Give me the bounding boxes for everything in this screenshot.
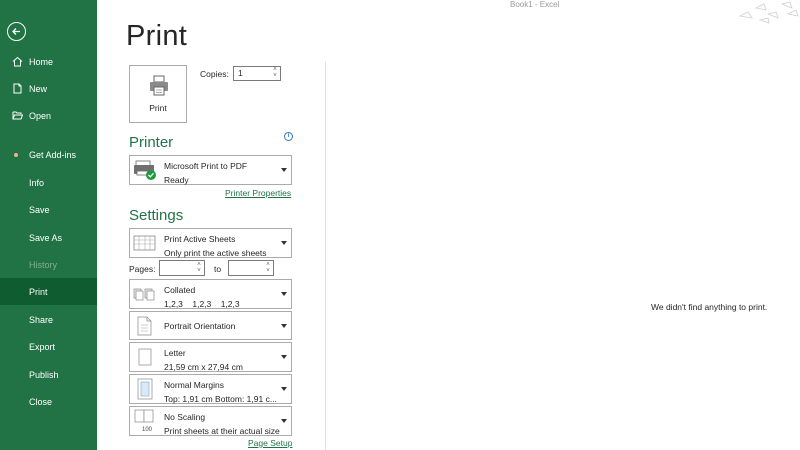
spin-down-icon[interactable]: ˅ <box>271 73 279 79</box>
home-icon <box>11 56 23 68</box>
sidebar-item-open[interactable]: Open <box>0 102 97 129</box>
preview-empty-message: We didn't find anything to print. <box>651 302 768 312</box>
chevron-down-icon <box>281 419 287 423</box>
back-arrow-icon[interactable] <box>7 22 26 41</box>
spin-down-icon[interactable]: ˅ <box>264 268 272 274</box>
addin-dot-icon <box>14 152 18 157</box>
spin-down-icon[interactable]: ˅ <box>195 268 203 274</box>
margins-icon <box>137 378 153 400</box>
portrait-page-icon <box>137 316 152 335</box>
scaling-title: No Scaling <box>164 412 206 422</box>
printer-properties-link[interactable]: Printer Properties <box>225 188 291 198</box>
decorative-pattern-icon <box>738 1 799 24</box>
pages-to-spinner[interactable]: ˄ ˅ <box>264 262 272 275</box>
collation-title: Collated <box>164 285 196 295</box>
pages-from-input[interactable]: ˄ ˅ <box>159 260 205 276</box>
print-button[interactable]: Print <box>129 65 187 123</box>
paper-size-desc: 21,59 cm x 27,94 cm <box>164 362 243 372</box>
chevron-down-icon <box>281 292 287 296</box>
printer-ready-icon <box>134 160 156 180</box>
copies-value: 1 <box>238 68 243 78</box>
sidebar-item-history: History <box>29 259 58 270</box>
printer-dropdown[interactable]: Microsoft Print to PDF Ready <box>129 155 292 185</box>
copies-label: Copies: <box>200 69 229 79</box>
printer-section-title: Printer <box>129 134 174 151</box>
sidebar-item-publish[interactable]: Publish <box>0 361 97 388</box>
sheet-grid-icon <box>133 235 156 251</box>
chevron-down-icon <box>281 323 287 328</box>
sidebar-item-share[interactable]: Share <box>0 306 97 333</box>
new-document-icon <box>11 83 23 95</box>
chevron-down-icon <box>281 168 287 172</box>
scaling-desc: Print sheets at their actual size <box>164 426 280 436</box>
sidebar-item-home[interactable]: Home <box>0 48 97 75</box>
collation-dropdown[interactable]: Collated 1,2,3 1,2,3 1,2,3 <box>129 279 292 309</box>
sidebar-item-info[interactable]: Info <box>0 169 97 196</box>
pages-from-spinner[interactable]: ˄ ˅ <box>195 262 203 275</box>
sidebar-item-new[interactable]: New <box>0 75 97 102</box>
printer-icon <box>150 75 168 96</box>
print-button-label: Print <box>149 103 167 113</box>
sidebar-item-print[interactable]: Print <box>0 278 97 305</box>
collation-desc: 1,2,3 1,2,3 1,2,3 <box>164 299 240 309</box>
settings-section-title: Settings <box>129 207 184 224</box>
paper-size-dropdown[interactable]: Letter 21,59 cm x 27,94 cm <box>129 342 292 372</box>
page-setup-link[interactable]: Page Setup <box>248 438 292 448</box>
paper-size-icon <box>138 348 152 366</box>
svg-text:100: 100 <box>142 427 153 433</box>
margins-dropdown[interactable]: Normal Margins Top: 1,91 cm Bottom: 1,91… <box>129 374 292 404</box>
page-title: Print <box>126 20 188 52</box>
print-what-title: Print Active Sheets <box>164 234 236 244</box>
copies-spinner[interactable]: ˄ ˅ <box>271 67 279 80</box>
window-title: Book1 - Excel <box>510 0 560 9</box>
sidebar-item-save[interactable]: Save <box>0 196 97 223</box>
info-icon[interactable]: i <box>284 132 293 141</box>
folder-open-icon <box>11 110 23 122</box>
collated-pages-icon <box>133 288 155 301</box>
orientation-dropdown[interactable]: Portrait Orientation <box>129 311 292 340</box>
sidebar-item-close[interactable]: Close <box>0 388 97 415</box>
chevron-down-icon <box>281 387 287 391</box>
backstage-sidebar: Home New Open Get Add-ins Info Save Save… <box>0 0 97 450</box>
print-what-dropdown[interactable]: Print Active Sheets Only print the activ… <box>129 228 292 258</box>
chevron-down-icon <box>281 355 287 359</box>
pages-label: Pages: <box>129 264 156 274</box>
chevron-down-icon <box>281 241 287 245</box>
pane-divider <box>325 62 326 450</box>
sidebar-item-get-add-ins[interactable]: Get Add-ins <box>0 141 97 168</box>
pages-to-input[interactable]: ˄ ˅ <box>228 260 274 276</box>
paper-size-title: Letter <box>164 348 186 358</box>
margins-desc: Top: 1,91 cm Bottom: 1,91 c... <box>164 394 277 404</box>
scaling-dropdown[interactable]: 100 No Scaling Print sheets at their act… <box>129 406 292 436</box>
sidebar-item-save-as[interactable]: Save As <box>0 224 97 251</box>
copies-input[interactable]: 1 ˄ ˅ <box>233 66 281 81</box>
printer-name: Microsoft Print to PDF <box>164 161 248 171</box>
scaling-icon: 100 <box>134 409 154 433</box>
orientation-title: Portrait Orientation <box>164 320 236 331</box>
print-what-desc: Only print the active sheets <box>164 248 267 258</box>
margins-title: Normal Margins <box>164 380 224 390</box>
pages-to-label: to <box>214 264 222 274</box>
printer-status: Ready <box>164 175 189 185</box>
sidebar-item-export[interactable]: Export <box>0 333 97 360</box>
